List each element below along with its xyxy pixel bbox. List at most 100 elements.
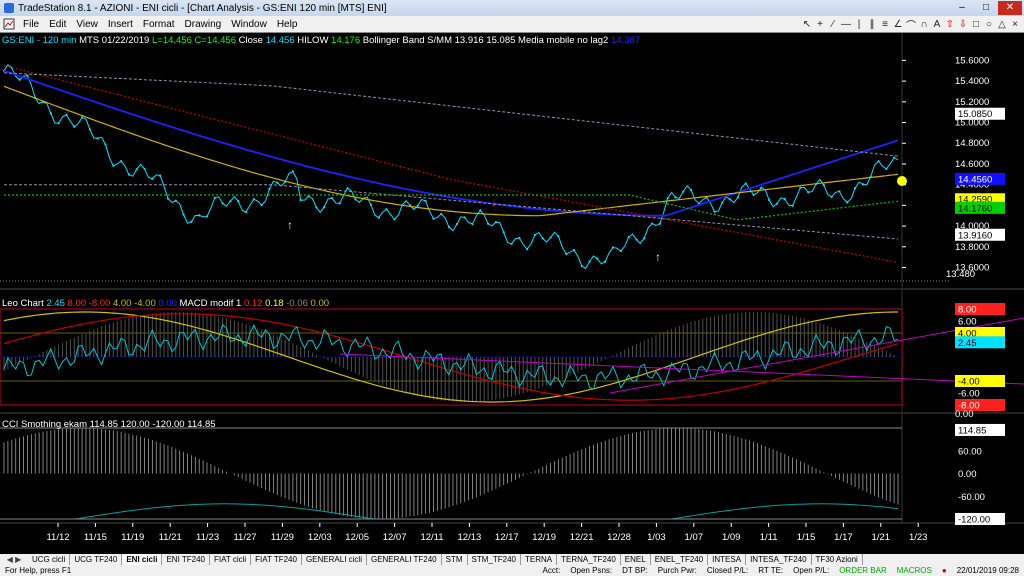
menu-file[interactable]: File [18, 19, 44, 30]
chart-analysis-window[interactable]: 15.6000 15.4000 15.2000 15.0000 14.8000 14.60… [0, 33, 1024, 554]
close-dot [143, 167, 146, 171]
sell-arrow-icon: ↓ [491, 195, 497, 209]
close-dot [736, 196, 740, 199]
menu-help[interactable]: Help [272, 19, 303, 30]
menu-window[interactable]: Window [226, 19, 272, 30]
price-panel-header: GS:ENI - 120 min MTS 01/22/2019 L=14.456… [2, 35, 640, 46]
line-icon[interactable]: ∕ [828, 19, 838, 30]
close-dot [330, 196, 334, 200]
workspace-tab[interactable]: FIAT TF240 [251, 554, 302, 565]
menu-insert[interactable]: Insert [103, 19, 138, 30]
hline-icon[interactable]: — [841, 19, 851, 30]
date-axis-label: 11/15 [84, 532, 107, 543]
close-dot [853, 187, 857, 190]
workspace-tab[interactable]: TERNA [521, 554, 558, 565]
close-button[interactable]: ✕ [998, 1, 1022, 15]
text-icon[interactable]: A [932, 19, 942, 30]
cycle-icon[interactable]: ∩ [919, 19, 929, 30]
close-dot [73, 125, 76, 128]
down-arrow-icon[interactable]: ⇩ [958, 19, 968, 30]
close-dot [338, 202, 341, 205]
buy-arrow-icon: ↑ [287, 218, 293, 232]
close-dot [666, 197, 669, 200]
close-dot [744, 182, 747, 185]
workspace-tab[interactable]: STM [442, 554, 468, 565]
pointer-icon[interactable]: ↖ [802, 19, 812, 30]
chart-canvas[interactable]: 15.600015.400015.200015.000014.800014.60… [0, 33, 1024, 554]
price-axis-label: 14.8000 [955, 138, 989, 149]
close-dot [846, 201, 849, 204]
close-dot [689, 188, 693, 192]
macd-label: MACD modif 1 [179, 298, 242, 309]
workspace-tab[interactable]: UCG cicli [28, 554, 71, 565]
workspace-tab[interactable]: ENI TF240 [162, 554, 210, 565]
tab-scroll-arrows[interactable]: ◀ ▶ [0, 555, 28, 564]
workspace-tab[interactable]: GENERALI cicli [302, 554, 367, 565]
ma-yellow-line [3, 85, 899, 217]
workspace-tab[interactable]: INTESA [708, 554, 747, 565]
hilow-label: HILOW [297, 35, 329, 46]
menu-view[interactable]: View [71, 19, 103, 30]
cci-axis-label: -120.00 [958, 515, 990, 526]
date-axis-label: 1/09 [722, 532, 741, 543]
date-axis-label: 11/23 [196, 532, 219, 543]
ma-label: Media mobile no lag2 [518, 35, 609, 46]
leo-chart-label: Leo Chart [2, 298, 44, 309]
close-dot [198, 214, 201, 217]
ellipse-icon[interactable]: ○ [984, 19, 994, 30]
leo-value-2: 8.00 [67, 298, 87, 309]
macd-value-3: -0.06 [286, 298, 308, 309]
close-dot [822, 184, 825, 187]
rect-icon[interactable]: □ [971, 19, 981, 30]
leo-axis-label: 2.45 [958, 338, 977, 349]
workspace-tab[interactable]: GENERALI TF240 [367, 554, 442, 565]
plus-icon[interactable]: + [815, 19, 825, 30]
date-axis-label: 1/15 [797, 532, 816, 543]
workspace-tab[interactable]: ENEL_TF240 [651, 554, 709, 565]
close-dot [588, 260, 591, 263]
macd-value-4: 0.00 [310, 298, 330, 309]
close-dot [432, 217, 435, 220]
buy-arrow-icon: ↑ [655, 250, 661, 264]
menu-format[interactable]: Format [138, 19, 180, 30]
menu-edit[interactable]: Edit [44, 19, 71, 30]
workspace-tab[interactable]: TF30 Azioni [812, 554, 863, 565]
leo-axis-label: -6.00 [958, 389, 980, 400]
close-dot [494, 220, 497, 224]
close-dot [221, 202, 224, 205]
workspace-tab[interactable]: ENEL [621, 554, 651, 565]
close-dot [892, 156, 896, 159]
close-dot [260, 203, 263, 207]
channel-icon[interactable]: ∥ [867, 19, 877, 30]
date-axis-label: 1/03 [647, 532, 666, 543]
up-arrow-icon[interactable]: ⇧ [945, 19, 955, 30]
workspace-tab[interactable]: FIAT cicli [210, 554, 252, 565]
macros-button[interactable]: MACROS [892, 566, 937, 575]
leo-axis-label: 6.00 [958, 317, 977, 328]
hilow-value: 14.176 [331, 35, 361, 46]
vline-icon[interactable]: | [854, 19, 864, 30]
arc-icon[interactable]: ⌒ [906, 17, 916, 32]
menu-drawing[interactable]: Drawing [180, 19, 227, 30]
workspace-tab[interactable]: STM_TF240 [468, 554, 521, 565]
order-bar-button[interactable]: ORDER BAR [834, 566, 892, 575]
fib-icon[interactable]: ≡ [880, 19, 890, 30]
close-dot [135, 168, 138, 171]
workspace-tab[interactable]: TERNA_TF240 [557, 554, 621, 565]
workspace-tab[interactable]: INTESA_TF240 [746, 554, 812, 565]
close-dot [346, 187, 349, 190]
minimize-button[interactable]: – [950, 1, 974, 15]
price-tag-label: 14.4560 [958, 174, 992, 185]
close-dot [541, 237, 544, 240]
speed-icon[interactable]: ∠ [893, 19, 903, 30]
close-dot [518, 236, 521, 240]
triangle-icon[interactable]: △ [997, 19, 1007, 30]
close-dot [775, 202, 779, 205]
maximize-button[interactable]: □ [974, 1, 998, 15]
close-dot [276, 181, 279, 184]
delete-icon[interactable]: × [1010, 19, 1020, 30]
close-dot [354, 198, 357, 201]
workspace-tab[interactable]: ENI cicli [122, 554, 163, 565]
close-value: 14.456 [265, 35, 295, 46]
workspace-tab[interactable]: UCG TF240 [70, 554, 123, 565]
